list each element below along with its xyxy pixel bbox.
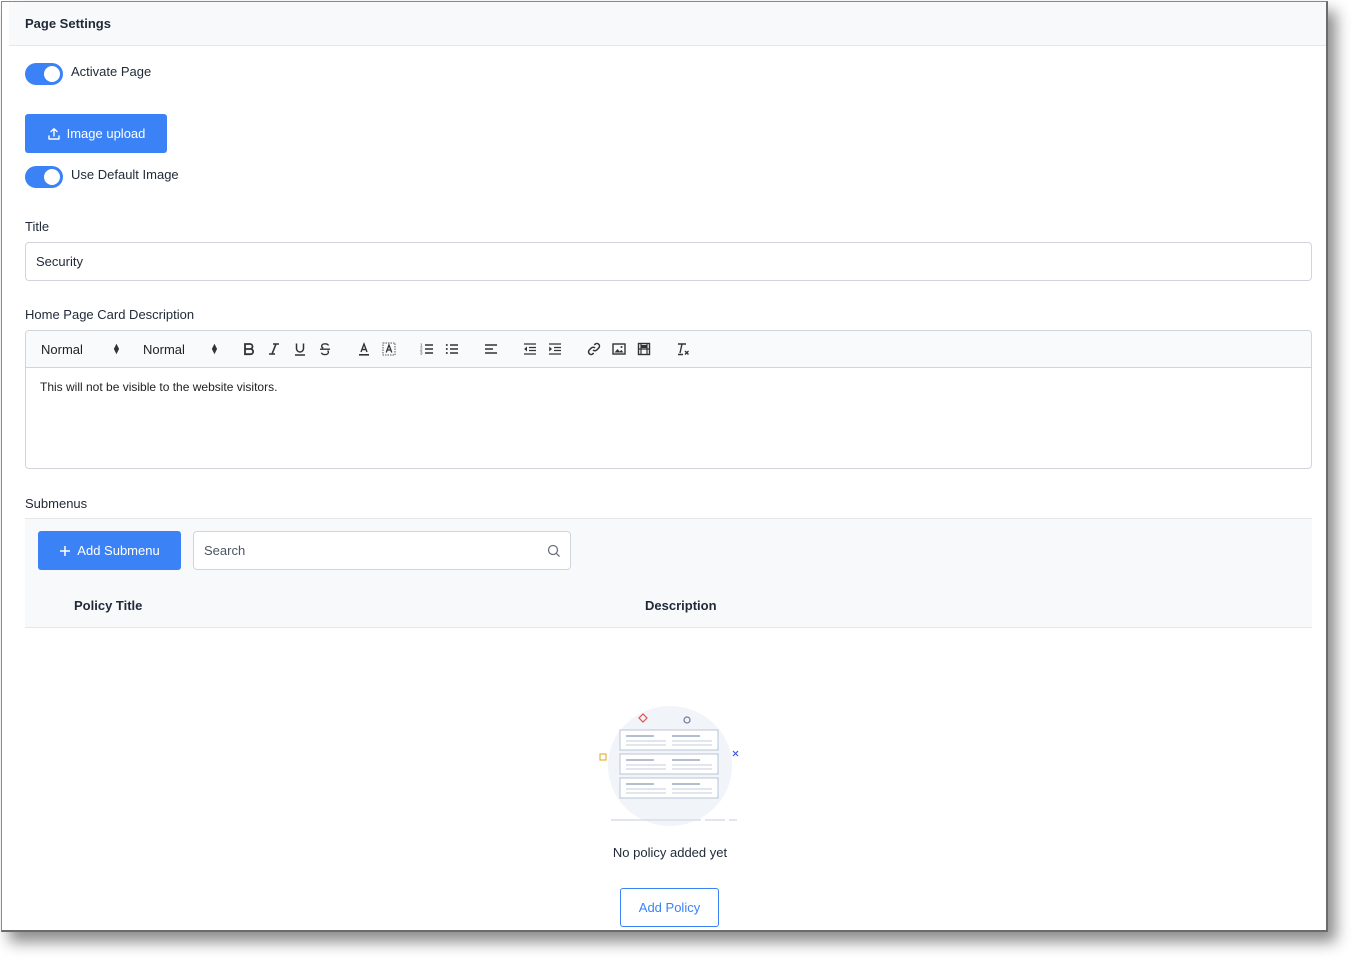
link-icon[interactable] xyxy=(585,340,603,358)
policy-table-header: Policy Title Description xyxy=(25,584,1312,628)
size-select[interactable]: Normal ▲ ▼ xyxy=(143,331,223,367)
bold-icon[interactable] xyxy=(240,340,258,358)
add-submenu-label: Add Submenu xyxy=(77,543,160,558)
app-window: Page Settings Activate Page Image upload… xyxy=(1,1,1328,932)
search-icon[interactable] xyxy=(547,544,561,558)
add-policy-button[interactable]: Add Policy xyxy=(620,888,719,927)
title-label: Title xyxy=(25,219,50,234)
image-icon[interactable] xyxy=(610,340,628,358)
strike-icon[interactable] xyxy=(316,340,334,358)
submenus-toolbar: Add Submenu xyxy=(25,518,1312,585)
background-color-icon[interactable] xyxy=(380,340,398,358)
title-input[interactable] xyxy=(25,242,1312,281)
font-color-icon[interactable] xyxy=(355,340,373,358)
upload-icon xyxy=(47,127,60,140)
clear-format-icon[interactable] xyxy=(674,340,692,358)
heading-select[interactable]: Normal ▲ ▼ xyxy=(41,331,121,367)
default-image-toggle[interactable] xyxy=(25,166,63,188)
image-upload-label: Image upload xyxy=(66,126,146,141)
page-title: Page Settings xyxy=(25,16,111,31)
toggle-knob xyxy=(44,66,60,82)
editor-content[interactable]: This will not be visible to the website … xyxy=(26,368,1311,468)
empty-state-illustration xyxy=(599,706,739,826)
description-label: Home Page Card Description xyxy=(25,307,195,322)
toggle-knob xyxy=(44,169,60,185)
rich-text-editor: Normal ▲ ▼ Normal ▲ ▼ 1 2 3 This will no… xyxy=(25,330,1312,469)
align-left-icon[interactable] xyxy=(482,340,500,358)
submenu-search xyxy=(193,531,571,570)
panel-header: Page Settings xyxy=(9,2,1326,46)
plus-icon xyxy=(60,545,71,556)
activate-page-toggle[interactable] xyxy=(25,63,63,85)
italic-icon[interactable] xyxy=(265,340,283,358)
activate-page-label: Activate Page xyxy=(71,64,152,79)
activate-page-row: Activate Page xyxy=(25,63,151,85)
column-description: Description xyxy=(645,598,717,613)
editor-toolbar: Normal ▲ ▼ Normal ▲ ▼ 1 2 3 xyxy=(26,331,1311,368)
image-upload-button[interactable]: Image upload xyxy=(25,114,167,153)
select-arrows-icon: ▲ ▼ xyxy=(112,341,121,356)
empty-state-text: No policy added yet xyxy=(612,845,728,860)
video-icon[interactable] xyxy=(635,340,653,358)
heading-select-value: Normal xyxy=(41,341,83,357)
default-image-row: Use Default Image xyxy=(25,166,179,188)
size-select-value: Normal xyxy=(143,341,185,357)
default-image-label: Use Default Image xyxy=(71,167,179,182)
add-submenu-button[interactable]: Add Submenu xyxy=(38,531,181,570)
underline-icon[interactable] xyxy=(291,340,309,358)
select-arrows-icon: ▲ ▼ xyxy=(210,341,219,356)
page-settings-panel: Page Settings Activate Page Image upload… xyxy=(9,2,1326,930)
indent-icon[interactable] xyxy=(546,340,564,358)
ordered-list-icon[interactable]: 123 xyxy=(418,340,436,358)
search-input[interactable] xyxy=(194,532,547,569)
submenus-label: Submenus xyxy=(25,496,88,511)
outdent-icon[interactable] xyxy=(521,340,539,358)
bullet-list-icon[interactable] xyxy=(443,340,461,358)
svg-text:3: 3 xyxy=(420,351,423,356)
column-policy-title: Policy Title xyxy=(74,598,143,613)
